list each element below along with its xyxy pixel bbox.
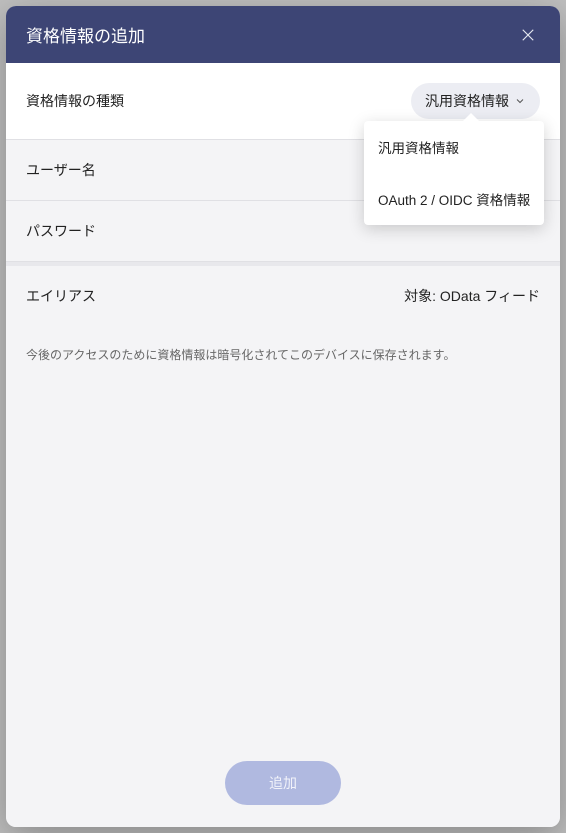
- modal-footer: 追加: [6, 743, 560, 827]
- close-button[interactable]: [516, 23, 540, 47]
- close-icon: [519, 26, 537, 44]
- storage-hint: 今後のアクセスのために資格情報は暗号化されてこのデバイスに保存されます。: [6, 326, 560, 383]
- modal-content: 資格情報の種類 汎用資格情報 汎用資格情報 OAuth 2 / OIDC 資格情…: [6, 63, 560, 743]
- credential-type-label: 資格情報の種類: [26, 91, 124, 111]
- modal-title: 資格情報の追加: [26, 22, 145, 47]
- alias-value: 対象: OData フィード: [404, 286, 540, 306]
- add-credentials-modal: 資格情報の追加 資格情報の種類 汎用資格情報 汎用資格情報 OAuth 2 / …: [6, 6, 560, 827]
- username-label: ユーザー名: [26, 160, 96, 180]
- chevron-down-icon: [514, 95, 526, 107]
- dropdown-option-generic[interactable]: 汎用資格情報: [364, 121, 544, 173]
- password-label: パスワード: [26, 221, 96, 241]
- alias-label: エイリアス: [26, 286, 96, 306]
- add-button[interactable]: 追加: [225, 761, 341, 805]
- alias-row[interactable]: エイリアス 対象: OData フィード: [6, 262, 560, 326]
- credential-type-menu: 汎用資格情報 OAuth 2 / OIDC 資格情報: [364, 121, 544, 225]
- credential-type-selected: 汎用資格情報: [425, 91, 509, 111]
- dropdown-option-oauth[interactable]: OAuth 2 / OIDC 資格情報: [364, 173, 544, 225]
- modal-header: 資格情報の追加: [6, 6, 560, 63]
